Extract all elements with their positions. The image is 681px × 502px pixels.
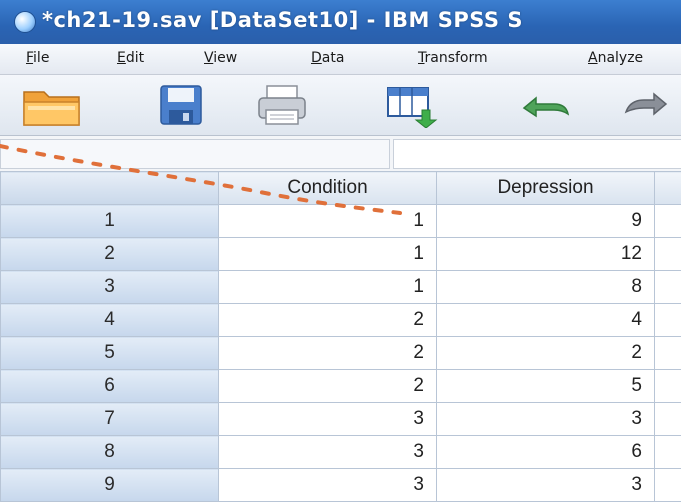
cell-depression[interactable]: 9 bbox=[437, 205, 655, 238]
cell-condition[interactable]: 2 bbox=[219, 370, 437, 403]
title-bar: *ch21-19.sav [DataSet10] - IBM SPSS S bbox=[0, 0, 681, 44]
cell-empty[interactable] bbox=[655, 205, 681, 238]
row-header[interactable]: 4 bbox=[1, 304, 219, 337]
print-icon bbox=[253, 82, 317, 128]
table-row: 2 1 12 bbox=[1, 238, 681, 271]
cell-condition[interactable]: 1 bbox=[219, 205, 437, 238]
undo-button[interactable] bbox=[516, 82, 580, 128]
row-header[interactable]: 1 bbox=[1, 205, 219, 238]
row-header[interactable]: 7 bbox=[1, 403, 219, 436]
table-row: 6 2 5 bbox=[1, 370, 681, 403]
table-row: 9 3 3 bbox=[1, 469, 681, 502]
table-row: 7 3 3 bbox=[1, 403, 681, 436]
spss-app-icon bbox=[14, 11, 36, 33]
cell-value-input[interactable] bbox=[393, 139, 681, 169]
cell-depression[interactable]: 5 bbox=[437, 370, 655, 403]
row-header[interactable]: 8 bbox=[1, 436, 219, 469]
cell-condition[interactable]: 2 bbox=[219, 337, 437, 370]
row-header[interactable]: 9 bbox=[1, 469, 219, 502]
redo-button[interactable] bbox=[622, 82, 681, 128]
cell-depression[interactable]: 6 bbox=[437, 436, 655, 469]
table-row: 4 2 4 bbox=[1, 304, 681, 337]
menu-data[interactable]: Data bbox=[311, 50, 344, 66]
save-icon bbox=[153, 82, 217, 128]
cell-empty[interactable] bbox=[655, 370, 681, 403]
table-row: 3 1 8 bbox=[1, 271, 681, 304]
grid-header-row: Condition Depression bbox=[1, 172, 681, 205]
cell-condition[interactable]: 3 bbox=[219, 469, 437, 502]
menu-view[interactable]: View bbox=[204, 50, 237, 66]
data-grid: Condition Depression 1 1 9 2 1 12 3 1 8 … bbox=[0, 171, 681, 502]
open-button[interactable] bbox=[20, 82, 84, 128]
column-header-condition[interactable]: Condition bbox=[219, 172, 437, 205]
cell-empty[interactable] bbox=[655, 436, 681, 469]
open-folder-icon bbox=[20, 82, 84, 128]
data-editor-button[interactable] bbox=[382, 82, 446, 128]
column-header-empty[interactable] bbox=[655, 172, 681, 205]
menu-analyze[interactable]: Analyze bbox=[588, 50, 643, 66]
row-header[interactable]: 6 bbox=[1, 370, 219, 403]
grid-corner-cell[interactable] bbox=[1, 172, 219, 205]
row-header[interactable]: 3 bbox=[1, 271, 219, 304]
cell-editor-row bbox=[0, 136, 681, 172]
menu-file[interactable]: File bbox=[26, 50, 49, 66]
table-row: 5 2 2 bbox=[1, 337, 681, 370]
cell-empty[interactable] bbox=[655, 304, 681, 337]
cell-condition[interactable]: 1 bbox=[219, 271, 437, 304]
cell-condition[interactable]: 2 bbox=[219, 304, 437, 337]
cell-reference-box[interactable] bbox=[0, 139, 390, 169]
data-editor-icon bbox=[382, 82, 446, 128]
save-button[interactable] bbox=[153, 82, 217, 128]
cell-depression[interactable]: 2 bbox=[437, 337, 655, 370]
cell-depression[interactable]: 8 bbox=[437, 271, 655, 304]
menu-edit[interactable]: Edit bbox=[117, 50, 144, 66]
row-header[interactable]: 2 bbox=[1, 238, 219, 271]
row-header[interactable]: 5 bbox=[1, 337, 219, 370]
toolbar bbox=[0, 75, 681, 136]
table-row: 1 1 9 bbox=[1, 205, 681, 238]
cell-depression[interactable]: 3 bbox=[437, 469, 655, 502]
undo-icon bbox=[516, 82, 580, 128]
menu-transform[interactable]: Transform bbox=[418, 50, 488, 66]
column-header-depression[interactable]: Depression bbox=[437, 172, 655, 205]
cell-empty[interactable] bbox=[655, 403, 681, 436]
cell-condition[interactable]: 3 bbox=[219, 436, 437, 469]
cell-depression[interactable]: 3 bbox=[437, 403, 655, 436]
table-row: 8 3 6 bbox=[1, 436, 681, 469]
window-title: *ch21-19.sav [DataSet10] - IBM SPSS S bbox=[42, 8, 523, 32]
cell-condition[interactable]: 1 bbox=[219, 238, 437, 271]
cell-depression[interactable]: 12 bbox=[437, 238, 655, 271]
cell-condition[interactable]: 3 bbox=[219, 403, 437, 436]
cell-empty[interactable] bbox=[655, 238, 681, 271]
print-button[interactable] bbox=[253, 82, 317, 128]
redo-icon bbox=[622, 82, 681, 128]
cell-empty[interactable] bbox=[655, 469, 681, 502]
cell-empty[interactable] bbox=[655, 271, 681, 304]
menu-bar: File Edit View Data Transform Analyze bbox=[0, 44, 681, 75]
cell-depression[interactable]: 4 bbox=[437, 304, 655, 337]
cell-empty[interactable] bbox=[655, 337, 681, 370]
